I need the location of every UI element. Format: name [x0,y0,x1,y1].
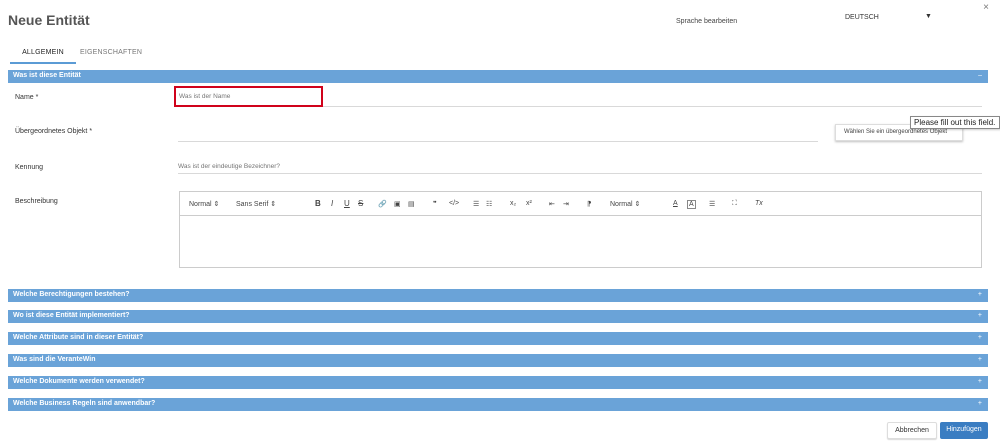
strike-button[interactable]: S [358,199,363,208]
bold-button[interactable]: B [315,199,321,208]
section-header-entity[interactable]: Was ist diese Entität – [8,70,988,83]
name-input[interactable] [174,86,323,107]
image-icon[interactable]: ▣ [394,200,401,208]
align-icon[interactable]: ☰ [709,200,715,208]
tab-allgemein[interactable]: ALLGEMEIN [10,46,76,64]
section-title: Welche Berechtigungen bestehen? [13,291,130,298]
section-header-attributes[interactable]: Welche Attribute sind in dieser Entität?… [8,332,988,345]
expand-icon: + [977,312,982,319]
language-value: DEUTSCH [845,14,879,21]
caret-down-icon: ▼ [925,13,932,20]
identifier-input[interactable] [178,160,982,174]
expand-icon: + [977,400,982,407]
collapse-icon: – [978,72,982,79]
section-header-permissions[interactable]: Welche Berechtigungen bestehen? + [8,289,988,302]
cancel-button[interactable]: Abbrechen [887,422,937,439]
section-title: Was sind die VeranteWin [13,356,96,363]
add-button[interactable]: Hinzufügen [940,422,988,439]
background-color-icon[interactable]: A [687,200,696,209]
italic-button[interactable]: I [331,199,333,208]
ordered-list-icon[interactable]: ☰ [473,200,479,208]
expand-icon: + [977,291,982,298]
language-label: Sprache bearbeiten [676,18,738,25]
editor-body[interactable] [180,216,981,267]
section-header-documents[interactable]: Welche Dokumente werden verwendet? + [8,376,988,389]
text-direction-icon[interactable]: ⁋ [587,200,591,208]
section-header-responsibilities[interactable]: Was sind die VeranteWin + [8,354,988,367]
parent-underline [178,141,818,142]
identifier-label: Kennung [15,164,44,171]
dialog-title: Neue Entität [8,12,90,28]
text-color-icon[interactable]: A [673,200,678,207]
section-title: Welche Business Regeln sind anwendbar? [13,400,156,407]
fullscreen-icon[interactable]: ⛶ [732,200,737,208]
outdent-icon[interactable]: ⇤ [549,200,555,208]
name-underline [323,106,982,107]
section-title: Welche Attribute sind in dieser Entität? [13,334,144,341]
expand-icon: + [977,334,982,341]
bullet-list-icon[interactable]: ☷ [486,200,492,208]
clear-format-icon[interactable]: Tx [755,200,763,207]
section-title: Welche Dokumente werden verwendet? [13,378,145,385]
link-icon[interactable]: 🔗 [378,200,387,208]
close-icon[interactable]: × [983,2,989,13]
description-label: Beschreibung [15,198,58,205]
name-label: Name * [15,94,39,101]
editor-toolbar: Normal ⇕ Sans Serif ⇕ B I U S 🔗 ▣ ▤ ❞ </… [180,192,981,216]
section-title: Wo ist diese Entität implementiert? [13,312,130,319]
expand-icon: + [977,378,982,385]
video-icon[interactable]: ▤ [408,200,415,208]
blockquote-icon[interactable]: ❞ [433,200,437,208]
indent-icon[interactable]: ⇥ [563,200,569,208]
section-header-business-rules[interactable]: Welche Business Regeln sind anwendbar? + [8,398,988,411]
subscript-button[interactable]: x₂ [510,200,516,207]
section-header-implementation[interactable]: Wo ist diese Entität implementiert? + [8,310,988,323]
parent-label: Übergeordnetes Objekt * [15,128,93,135]
description-editor: Normal ⇕ Sans Serif ⇕ B I U S 🔗 ▣ ▤ ❞ </… [179,191,982,268]
code-icon[interactable]: </> [449,200,459,207]
superscript-button[interactable]: x² [526,200,532,207]
underline-button[interactable]: U [344,199,350,208]
expand-icon: + [977,356,982,363]
language-select[interactable]: DEUTSCH ▼ [845,12,935,26]
validation-tooltip: Please fill out this field. [910,116,1000,129]
section-title: Was ist diese Entität [13,72,81,79]
size-select[interactable]: Normal ⇕ [610,200,640,208]
font-select[interactable]: Sans Serif ⇕ [236,200,276,208]
tab-eigenschaften[interactable]: EIGENSCHAFTEN [80,46,142,56]
heading-select[interactable]: Normal ⇕ [189,200,219,208]
